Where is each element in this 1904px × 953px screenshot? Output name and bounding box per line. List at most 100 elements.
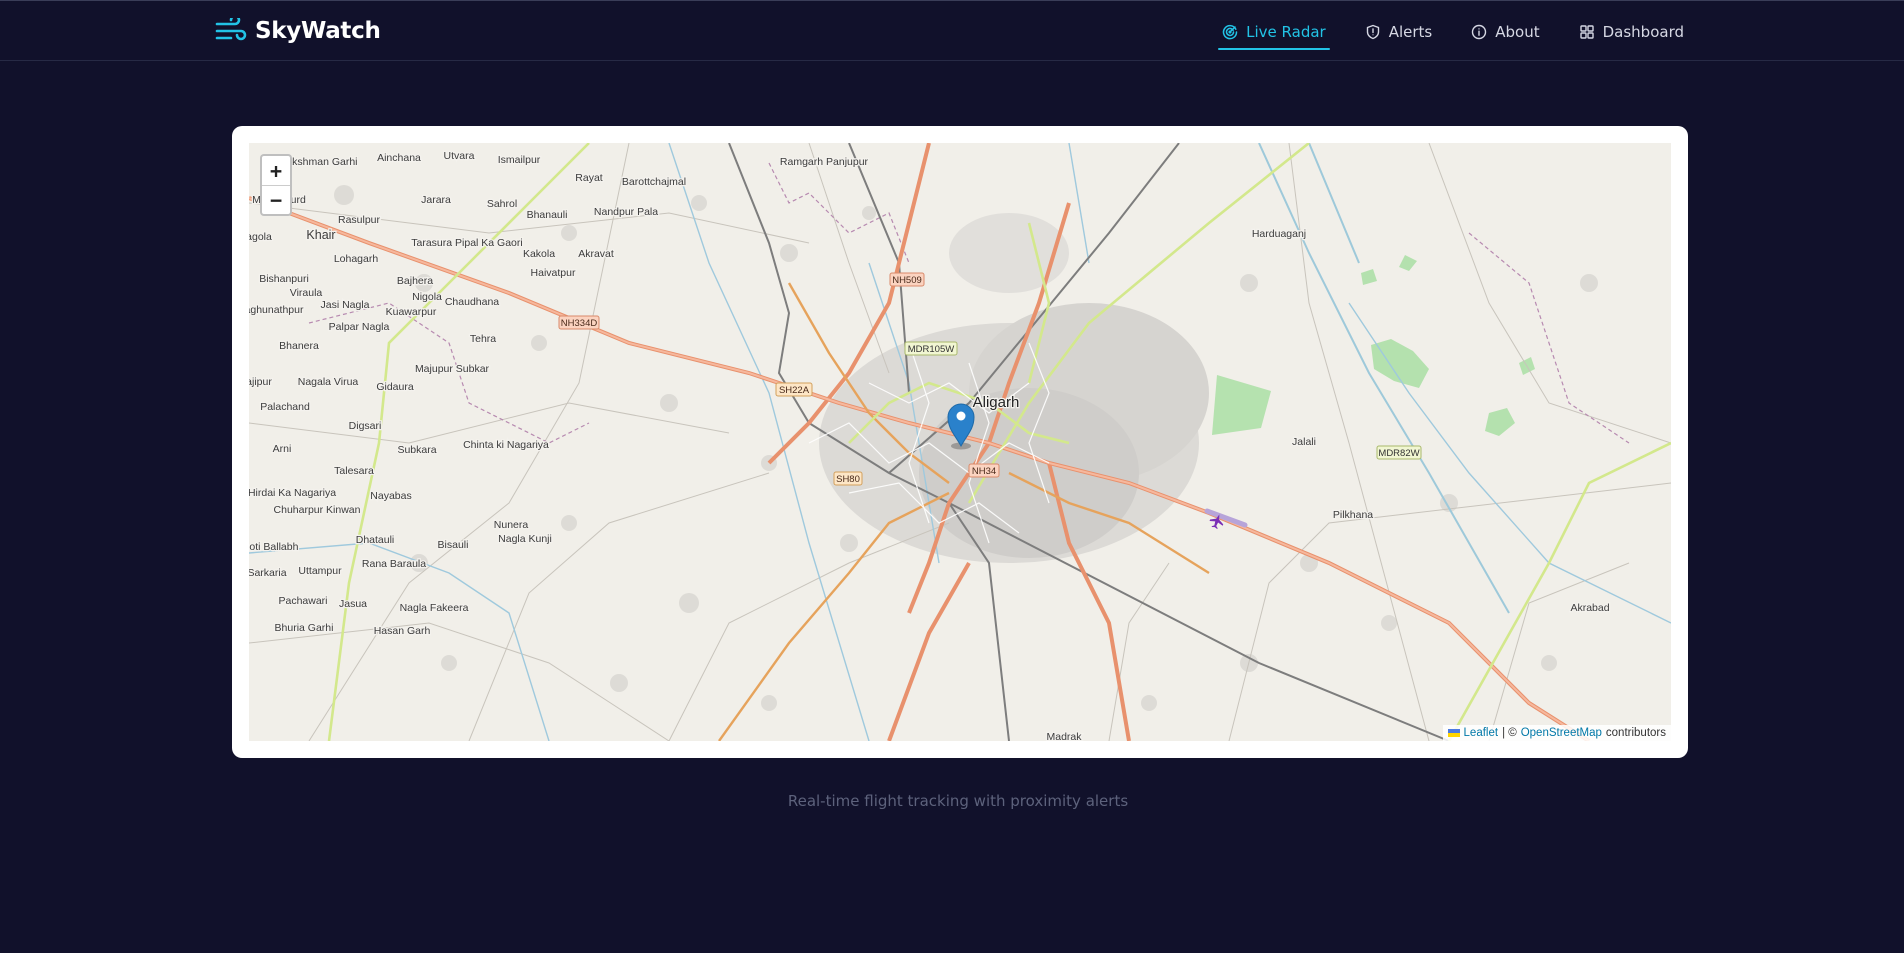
place-label: Pilkhana bbox=[1333, 509, 1373, 521]
ukraine-flag-icon bbox=[1447, 729, 1460, 737]
grid-icon bbox=[1579, 24, 1594, 39]
place-label: Nayabas bbox=[370, 490, 411, 502]
shield-nh334d: NH334D bbox=[558, 315, 600, 330]
zoom-out-button[interactable]: − bbox=[262, 185, 290, 214]
place-label: Akrabad bbox=[1570, 602, 1609, 614]
place-label: ajipur bbox=[249, 376, 272, 388]
brand[interactable]: SkyWatch bbox=[215, 15, 381, 47]
radar-icon bbox=[1222, 24, 1238, 39]
place-label: Tarasura Pipal Ka Gaori bbox=[411, 237, 522, 249]
place-label: Nagla Kunji bbox=[498, 533, 552, 545]
place-label: Rayat bbox=[575, 172, 603, 184]
airfield-runway bbox=[1204, 508, 1248, 528]
place-label: Pachawari bbox=[278, 595, 327, 607]
land-areas bbox=[1212, 255, 1535, 436]
place-label: Sahrol bbox=[487, 198, 517, 210]
place-label: Hirdai Ka Nagariya bbox=[249, 487, 336, 499]
place-label: Lohagarh bbox=[334, 253, 379, 265]
shield-nh509: NH509 bbox=[889, 272, 925, 287]
zoom-control: + − bbox=[260, 154, 292, 216]
urban-area bbox=[819, 213, 1209, 563]
place-label: Nigola bbox=[412, 291, 442, 303]
place-label: Lakshman Garhi bbox=[280, 156, 357, 168]
place-label: Bhuria Garhi bbox=[275, 622, 334, 634]
brand-name: SkyWatch bbox=[255, 18, 381, 44]
nav-alerts[interactable]: Alerts bbox=[1361, 1, 1437, 62]
place-label: Uttampur bbox=[298, 565, 342, 577]
place-label: Digsari bbox=[349, 420, 382, 432]
place-label: Barottchajmal bbox=[622, 176, 686, 188]
map-card: NH509 NH334D MDR105W SH22A SH80 NH34 MDR… bbox=[232, 126, 1688, 758]
place-label: Nandpur Pala bbox=[594, 206, 658, 218]
place-label: Talesara bbox=[334, 465, 374, 477]
wind-icon bbox=[215, 18, 247, 41]
place-label: Bhanera bbox=[279, 340, 319, 352]
place-label: hoti Ballabh bbox=[249, 541, 299, 553]
place-label: Subkara bbox=[397, 444, 436, 456]
nav-about[interactable]: About bbox=[1467, 1, 1543, 62]
info-icon bbox=[1472, 24, 1487, 39]
place-label: Madrak bbox=[1046, 731, 1082, 741]
irrigation-canals bbox=[1258, 143, 1510, 614]
place-label: Akravat bbox=[578, 248, 614, 260]
shield-icon bbox=[1366, 24, 1379, 39]
nav-live-radar[interactable]: Live Radar bbox=[1218, 1, 1330, 62]
tagline: Real-time flight tracking with proximity… bbox=[0, 792, 1904, 810]
place-label: Chaudhana bbox=[445, 296, 499, 308]
place-label: Bhanauli bbox=[527, 209, 568, 221]
nav-about-label: About bbox=[1495, 22, 1540, 41]
place-label: Nunera bbox=[494, 519, 529, 531]
place-label: agola bbox=[249, 231, 272, 243]
shield-nh34: NH34 bbox=[968, 463, 1000, 478]
place-label: Palpar Nagla bbox=[329, 321, 390, 333]
place-label: Utvara bbox=[444, 150, 475, 162]
place-label: Ismailpur bbox=[498, 154, 541, 166]
svg-text:SH80: SH80 bbox=[836, 474, 860, 485]
place-label: Harduaganj bbox=[1252, 228, 1306, 240]
attribution-separator: | © bbox=[1502, 727, 1517, 739]
place-label: Dhatauli bbox=[356, 534, 395, 546]
place-label: Kuawarpur bbox=[386, 306, 437, 318]
place-label: Jalali bbox=[1292, 436, 1316, 448]
place-label: Sarkaria bbox=[249, 567, 287, 579]
place-label: Gidaura bbox=[376, 381, 414, 393]
nav-live-radar-label: Live Radar bbox=[1246, 22, 1326, 41]
place-label: Khair bbox=[306, 228, 335, 242]
top-navbar: SkyWatch Live Radar Alerts About Dashboa… bbox=[0, 0, 1904, 61]
place-label: Nagla Fakeera bbox=[400, 602, 469, 614]
place-label: Kakola bbox=[523, 248, 555, 260]
place-label: Nagala Virua bbox=[298, 376, 359, 388]
place-label: Jasi Nagla bbox=[320, 299, 369, 311]
place-label: Rasulpur bbox=[338, 214, 381, 226]
nav-dashboard[interactable]: Dashboard bbox=[1575, 1, 1688, 62]
place-label: Haivatpur bbox=[531, 267, 576, 279]
place-label: Bajhera bbox=[397, 275, 433, 287]
main-nav: Live Radar Alerts About Dashboard bbox=[1218, 1, 1688, 62]
svg-text:MDR105W: MDR105W bbox=[908, 344, 954, 355]
place-label: Hasan Garh bbox=[374, 625, 431, 637]
svg-text:MDR82W: MDR82W bbox=[1378, 448, 1419, 459]
live-radar-map[interactable]: NH509 NH334D MDR105W SH22A SH80 NH34 MDR… bbox=[249, 143, 1671, 741]
openstreetmap-link[interactable]: OpenStreetMap bbox=[1521, 727, 1602, 739]
place-label: Tehra bbox=[470, 333, 496, 345]
zoom-in-button[interactable]: + bbox=[262, 156, 290, 185]
city-label: Aligarh bbox=[973, 394, 1020, 411]
place-label: Majupur Subkar bbox=[415, 363, 490, 375]
place-label: Jasua bbox=[339, 598, 367, 610]
place-label: Palachand bbox=[260, 401, 310, 413]
place-label: Jarara bbox=[421, 194, 451, 206]
svg-text:NH34: NH34 bbox=[972, 466, 996, 477]
svg-text:SH22A: SH22A bbox=[779, 385, 810, 396]
map-attribution: Leaflet | © OpenStreetMap contributors bbox=[1442, 725, 1671, 741]
nav-dashboard-label: Dashboard bbox=[1602, 22, 1684, 41]
place-label: Chinta ki Nagariya bbox=[463, 439, 549, 451]
place-label: aghunathpur bbox=[249, 304, 304, 316]
place-label: Chuharpur Kinwan bbox=[274, 504, 361, 516]
leaflet-link[interactable]: Leaflet bbox=[1464, 727, 1499, 739]
shield-mdr105w: MDR105W bbox=[904, 341, 958, 356]
place-label: Bishanpuri bbox=[259, 273, 309, 285]
shield-sh22a: SH22A bbox=[775, 382, 813, 397]
svg-text:NH334D: NH334D bbox=[561, 318, 598, 329]
place-label: Ramgarh Panjupur bbox=[780, 156, 869, 168]
place-label: Ainchana bbox=[377, 152, 421, 164]
